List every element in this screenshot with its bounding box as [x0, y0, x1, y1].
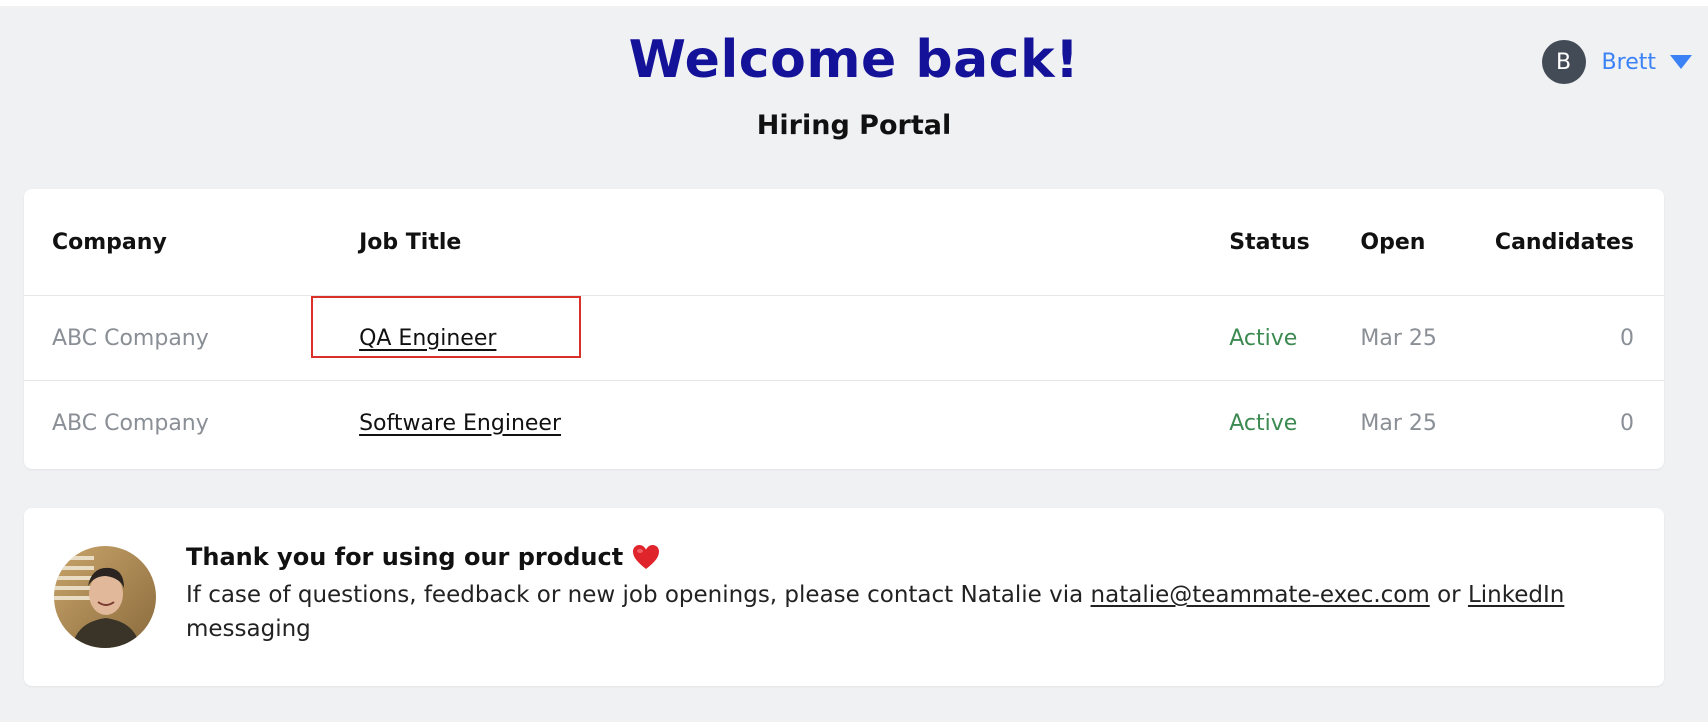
table-header-row: Company Job Title Status Open Candidates	[24, 189, 1664, 296]
company-cell: ABC Company	[52, 410, 209, 436]
user-name: Brett	[1601, 49, 1656, 75]
job-title-wrap: QA Engineer	[311, 295, 582, 358]
open-date-cell: Mar 25	[1360, 410, 1437, 436]
table-row: ABC Company QA Engineer Active Mar 25 0	[24, 295, 1664, 381]
chevron-down-icon	[1670, 55, 1692, 69]
thanks-body-middle: or	[1429, 582, 1468, 608]
heart-icon	[631, 542, 661, 572]
linkedin-link[interactable]: LinkedIn	[1468, 582, 1564, 608]
open-date-cell: Mar 25	[1360, 295, 1495, 381]
column-header-company: Company	[24, 189, 360, 296]
email-link[interactable]: natalie@teammate-exec.com	[1091, 582, 1430, 608]
candidates-cell: 0	[1494, 295, 1664, 381]
avatar: B	[1541, 40, 1586, 84]
column-header-job-title: Job Title	[359, 189, 1230, 296]
status-cell: Active	[1229, 295, 1361, 381]
user-menu[interactable]: B Brett	[1541, 40, 1692, 84]
thanks-card: Thank you for using our product If case …	[24, 508, 1664, 686]
table-row: ABC Company Software Engineer Active Mar…	[24, 381, 1664, 466]
thanks-body-suffix: messaging	[186, 616, 311, 642]
status-cell: Active	[1229, 410, 1298, 436]
thanks-text: Thank you for using our product If case …	[186, 542, 1604, 646]
contact-photo	[54, 546, 156, 648]
thanks-body-prefix: If case of questions, feedback or new jo…	[186, 582, 1091, 608]
job-title-cell: QA Engineer	[311, 295, 1230, 381]
column-header-candidates: Candidates	[1494, 189, 1664, 296]
page: Welcome back! Hiring Portal B Brett Comp…	[0, 6, 1708, 722]
company-cell: ABC Company	[24, 295, 360, 381]
jobs-card: Company Job Title Status Open Candidates…	[24, 189, 1664, 469]
welcome-title: Welcome back!	[628, 30, 1080, 90]
thanks-title: Thank you for using our product	[186, 542, 1604, 572]
thanks-body: If case of questions, feedback or new jo…	[186, 578, 1604, 646]
jobs-table: Company Job Title Status Open Candidates…	[24, 189, 1664, 465]
candidates-cell: 0	[1620, 410, 1634, 436]
column-header-open: Open	[1360, 189, 1495, 296]
contact-photo-image	[54, 546, 156, 648]
job-title-cell: Software Engineer	[359, 381, 1229, 466]
page-subtitle: Hiring Portal	[756, 110, 952, 141]
job-title-link-software-engineer[interactable]: Software Engineer	[359, 411, 561, 436]
thanks-title-text: Thank you for using our product	[186, 543, 624, 571]
job-title-link-qa-engineer[interactable]: QA Engineer	[359, 326, 496, 351]
header: Welcome back! Hiring Portal B Brett	[0, 6, 1708, 186]
column-header-status: Status	[1229, 189, 1361, 296]
